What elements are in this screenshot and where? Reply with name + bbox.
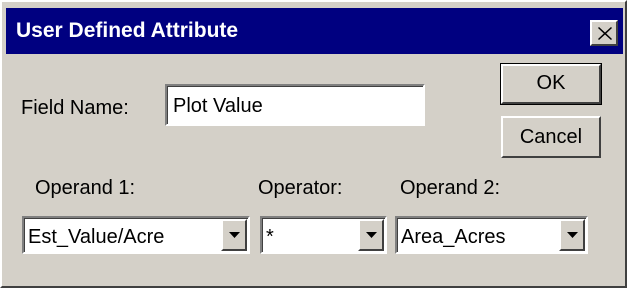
field-name-label: Field Name: bbox=[21, 97, 129, 119]
chevron-down-icon bbox=[366, 232, 377, 238]
cancel-button[interactable]: Cancel bbox=[501, 116, 601, 158]
operator-dropdown-button[interactable] bbox=[358, 219, 384, 251]
field-name-value: Plot Value bbox=[173, 95, 263, 117]
window-title: User Defined Attribute bbox=[16, 19, 239, 42]
chevron-down-icon bbox=[229, 232, 240, 238]
close-button[interactable] bbox=[590, 20, 618, 46]
title-bar[interactable]: User Defined Attribute bbox=[6, 8, 623, 54]
operator-selected: * bbox=[266, 226, 274, 248]
operand1-dropdown-button[interactable] bbox=[221, 219, 247, 251]
operator-label: Operator: bbox=[258, 177, 343, 199]
operand1-selected: Est_Value/Acre bbox=[28, 226, 165, 248]
ok-button[interactable]: OK bbox=[500, 63, 602, 105]
user-defined-attribute-dialog: User Defined Attribute Field Name: Plot … bbox=[0, 0, 627, 288]
operand2-label: Operand 2: bbox=[400, 177, 501, 199]
operator-dropdown[interactable]: * bbox=[260, 216, 387, 254]
operand2-dropdown-button[interactable] bbox=[559, 219, 585, 251]
field-name-input[interactable]: Plot Value bbox=[165, 84, 425, 126]
chevron-down-icon bbox=[567, 232, 578, 238]
close-x-icon bbox=[598, 27, 612, 40]
operand2-dropdown[interactable]: Area_Acres bbox=[395, 216, 588, 254]
operand1-dropdown[interactable]: Est_Value/Acre bbox=[22, 216, 250, 254]
operand2-selected: Area_Acres bbox=[401, 226, 506, 248]
operand1-label: Operand 1: bbox=[35, 177, 136, 199]
